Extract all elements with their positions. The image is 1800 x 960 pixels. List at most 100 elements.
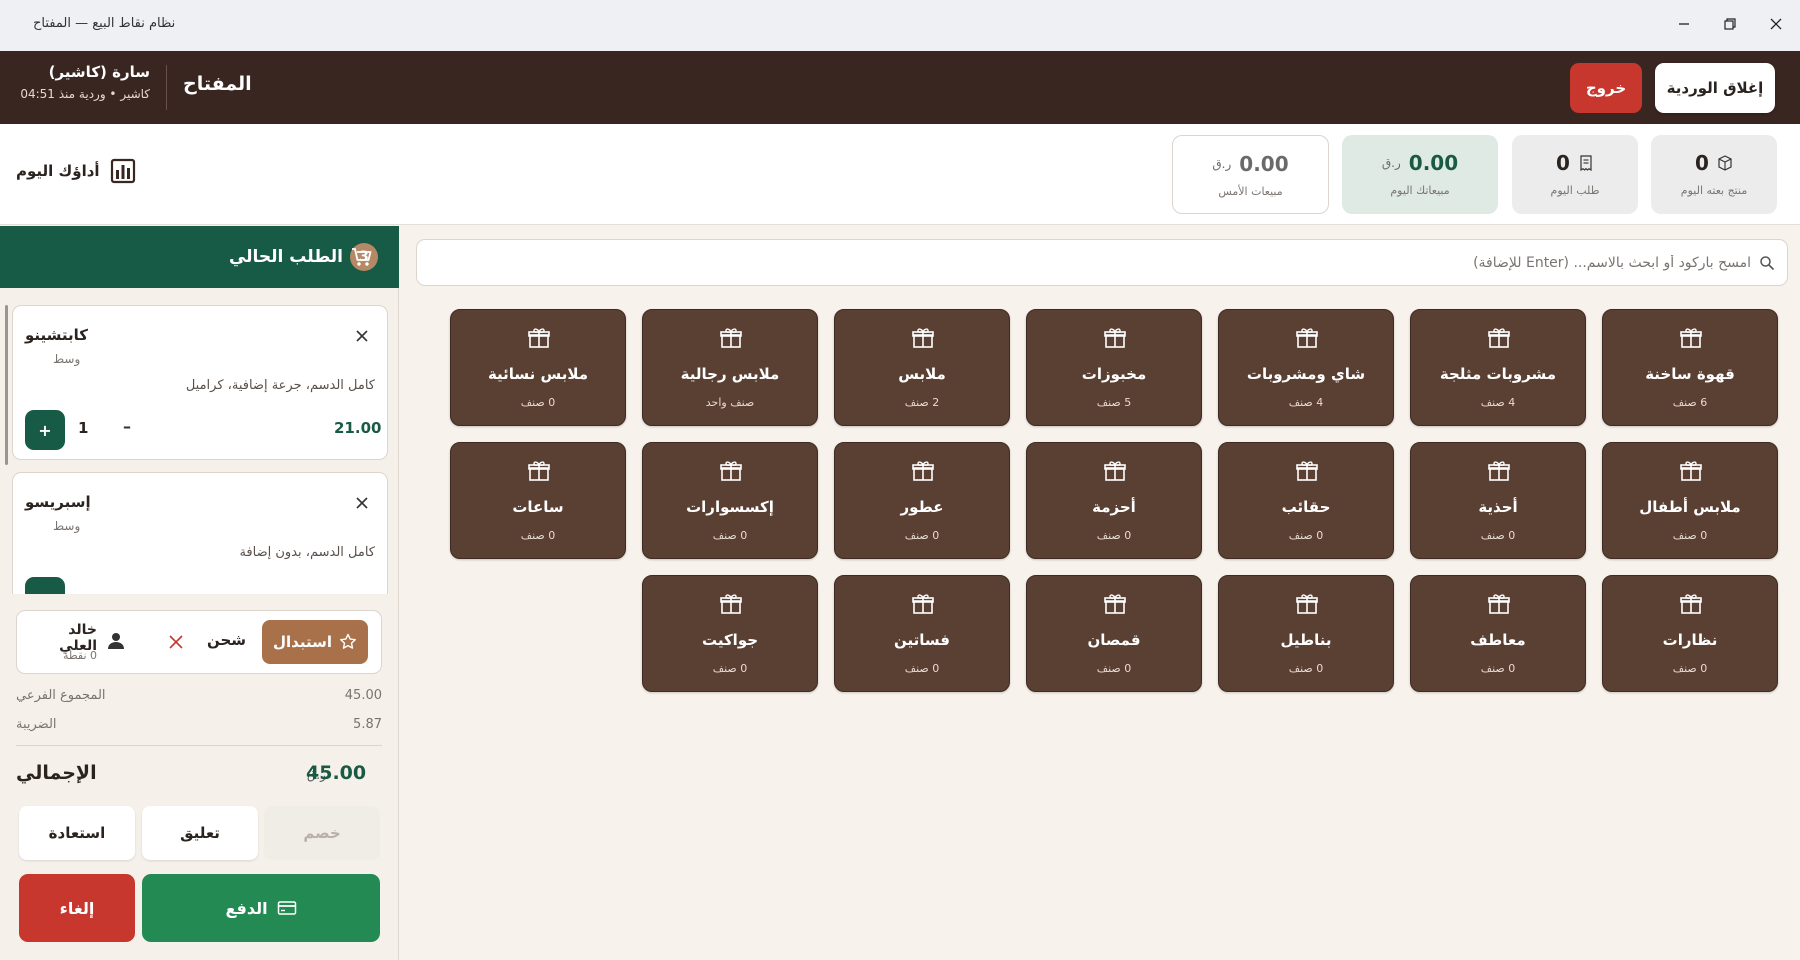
remove-item-icon[interactable] <box>352 326 372 346</box>
redeem-points-button[interactable]: استبدال <box>262 620 368 664</box>
gift-box-icon <box>1488 328 1510 348</box>
category-count: 0 صنف <box>1480 529 1516 542</box>
restore-icon <box>1724 18 1736 30</box>
category-name: ملابس رجالية <box>680 365 780 383</box>
category-tile[interactable]: ملابس أطفال 0 صنف <box>1602 442 1778 559</box>
category-tile[interactable]: ملابس رجالية صنف واحد <box>642 309 818 426</box>
increase-qty-button[interactable]: + <box>25 410 65 450</box>
category-tile[interactable]: معاطف 0 صنف <box>1410 575 1586 692</box>
category-name: بناطيل <box>1280 631 1332 649</box>
gift-box-icon <box>1104 594 1126 614</box>
stat-orders-today: 0 طلب اليوم <box>1512 135 1638 214</box>
recall-button[interactable]: استعادة <box>19 806 135 860</box>
performance-link[interactable]: أداؤك اليوم <box>16 158 136 184</box>
category-tile[interactable]: أحذية 0 صنف <box>1410 442 1586 559</box>
category-tile[interactable]: نظارات 0 صنف <box>1602 575 1778 692</box>
user-name: سارة (كاشير) <box>48 63 150 81</box>
category-name: مشروبات مثلجة <box>1439 365 1557 383</box>
category-count: 0 صنف <box>1096 529 1132 542</box>
stat-caption: مبيعاتك اليوم <box>1390 184 1450 197</box>
category-tile[interactable]: ملابس نسائية 0 صنف <box>450 309 626 426</box>
gift-box-icon <box>720 594 742 614</box>
category-name: إكسسوارات <box>686 498 774 516</box>
category-tile[interactable]: إكسسوارات 0 صنف <box>642 442 818 559</box>
box-icon <box>1718 155 1732 171</box>
discount-button[interactable]: خصم <box>264 806 380 860</box>
category-name: جواكيت <box>701 631 759 649</box>
gift-box-icon <box>912 461 934 481</box>
search-input[interactable] <box>429 240 1751 285</box>
hold-button[interactable]: تعليق <box>142 806 258 860</box>
gift-box-icon <box>528 328 550 348</box>
gift-box-icon <box>912 594 934 614</box>
category-tile[interactable]: حقائب 0 صنف <box>1218 442 1394 559</box>
category-count: 0 صنف <box>1288 529 1324 542</box>
category-tile[interactable]: عطور 0 صنف <box>834 442 1010 559</box>
subtotal-value: 45.00 <box>344 688 382 703</box>
category-tile[interactable]: شاي ومشروبات 4 صنف <box>1218 309 1394 426</box>
order-item-size: وسط <box>53 519 81 533</box>
category-tile[interactable]: جواكيت 0 صنف <box>642 575 818 692</box>
stat-caption: مبيعات الأمس <box>1218 185 1283 198</box>
gift-box-icon <box>912 328 934 348</box>
category-count: 2 صنف <box>904 396 940 409</box>
category-tile[interactable]: بناطيل 0 صنف <box>1218 575 1394 692</box>
search-bar <box>416 239 1788 286</box>
category-count: 0 صنف <box>1672 529 1708 542</box>
category-count: 0 صنف <box>904 662 940 675</box>
stat-currency: ر.ق <box>1212 157 1232 171</box>
category-name: نظارات <box>1662 631 1718 649</box>
remove-customer-icon[interactable] <box>167 633 185 651</box>
minimize-icon <box>1679 23 1689 25</box>
category-count: 6 صنف <box>1672 396 1708 409</box>
category-tile[interactable]: ملابس 2 صنف <box>834 309 1010 426</box>
order-item-name: كابتشينو <box>25 326 89 344</box>
order-items-list[interactable]: كابتشينو وسط كامل الدسم، جرعة إضافية، كر… <box>0 288 399 594</box>
remove-item-icon[interactable] <box>352 493 372 513</box>
minimize-button[interactable] <box>1664 6 1704 42</box>
category-tile[interactable]: قمصان 0 صنف <box>1026 575 1202 692</box>
category-count: 0 صنف <box>520 529 556 542</box>
category-tile[interactable]: فساتين 0 صنف <box>834 575 1010 692</box>
subtotal-label: المجموع الفرعي <box>16 688 106 703</box>
category-count: 0 صنف <box>1480 662 1516 675</box>
window-close-button[interactable] <box>1756 6 1796 42</box>
category-name: ساعات <box>512 498 564 516</box>
category-name: أحذية <box>1478 498 1518 516</box>
gift-box-icon <box>1296 594 1318 614</box>
category-name: شاي ومشروبات <box>1246 365 1366 383</box>
bar-chart-icon <box>110 158 135 184</box>
pay-button[interactable]: الدفع <box>142 874 380 942</box>
category-tile[interactable]: قهوة ساخنة 6 صنف <box>1602 309 1778 426</box>
category-count: 0 صنف <box>1288 662 1324 675</box>
category-count: 0 صنف <box>520 396 556 409</box>
restore-button[interactable] <box>1710 6 1750 42</box>
cancel-order-button[interactable]: إلغاء <box>19 874 135 942</box>
order-item-name: إسبريسو <box>25 493 91 511</box>
category-count: 4 صنف <box>1288 396 1324 409</box>
increase-qty-button[interactable] <box>25 577 65 594</box>
category-tile[interactable]: مخبوزات 5 صنف <box>1026 309 1202 426</box>
decrease-qty-button[interactable]: – <box>117 417 137 437</box>
user-info: سارة (كاشير) كاشير • وردية منذ 04:51 <box>18 63 150 101</box>
category-count: صنف واحد <box>705 396 755 409</box>
close-shift-button[interactable]: إغلاق الوردية <box>1655 63 1775 113</box>
charge-balance-button[interactable]: شحن <box>207 631 246 649</box>
logout-button[interactable]: خروج <box>1570 63 1642 113</box>
category-tile[interactable]: أحزمة 0 صنف <box>1026 442 1202 559</box>
category-tile[interactable]: ساعات 0 صنف <box>450 442 626 559</box>
stats-bar: أداؤك اليوم 0.00 ر.ق مبيعات الأمس 0.00 ر… <box>0 124 1800 225</box>
category-count: 0 صنف <box>1672 662 1708 675</box>
category-count: 4 صنف <box>1480 396 1516 409</box>
order-items-scrollbar[interactable] <box>5 305 8 465</box>
stat-value: 0.00 <box>1408 151 1459 175</box>
app-header: سارة (كاشير) كاشير • وردية منذ 04:51 الم… <box>0 51 1800 124</box>
category-name: معاطف <box>1470 631 1526 649</box>
brand-name: المفتاح <box>183 73 252 95</box>
order-item-qty: 1 <box>78 419 89 437</box>
stat-value: 0 <box>1695 151 1709 175</box>
category-tile[interactable]: مشروبات مثلجة 4 صنف <box>1410 309 1586 426</box>
order-item: إسبريسو وسط كامل الدسم، بدون إضافة <box>12 472 388 594</box>
category-name: حقائب <box>1281 498 1331 516</box>
category-count: 0 صنف <box>904 529 940 542</box>
